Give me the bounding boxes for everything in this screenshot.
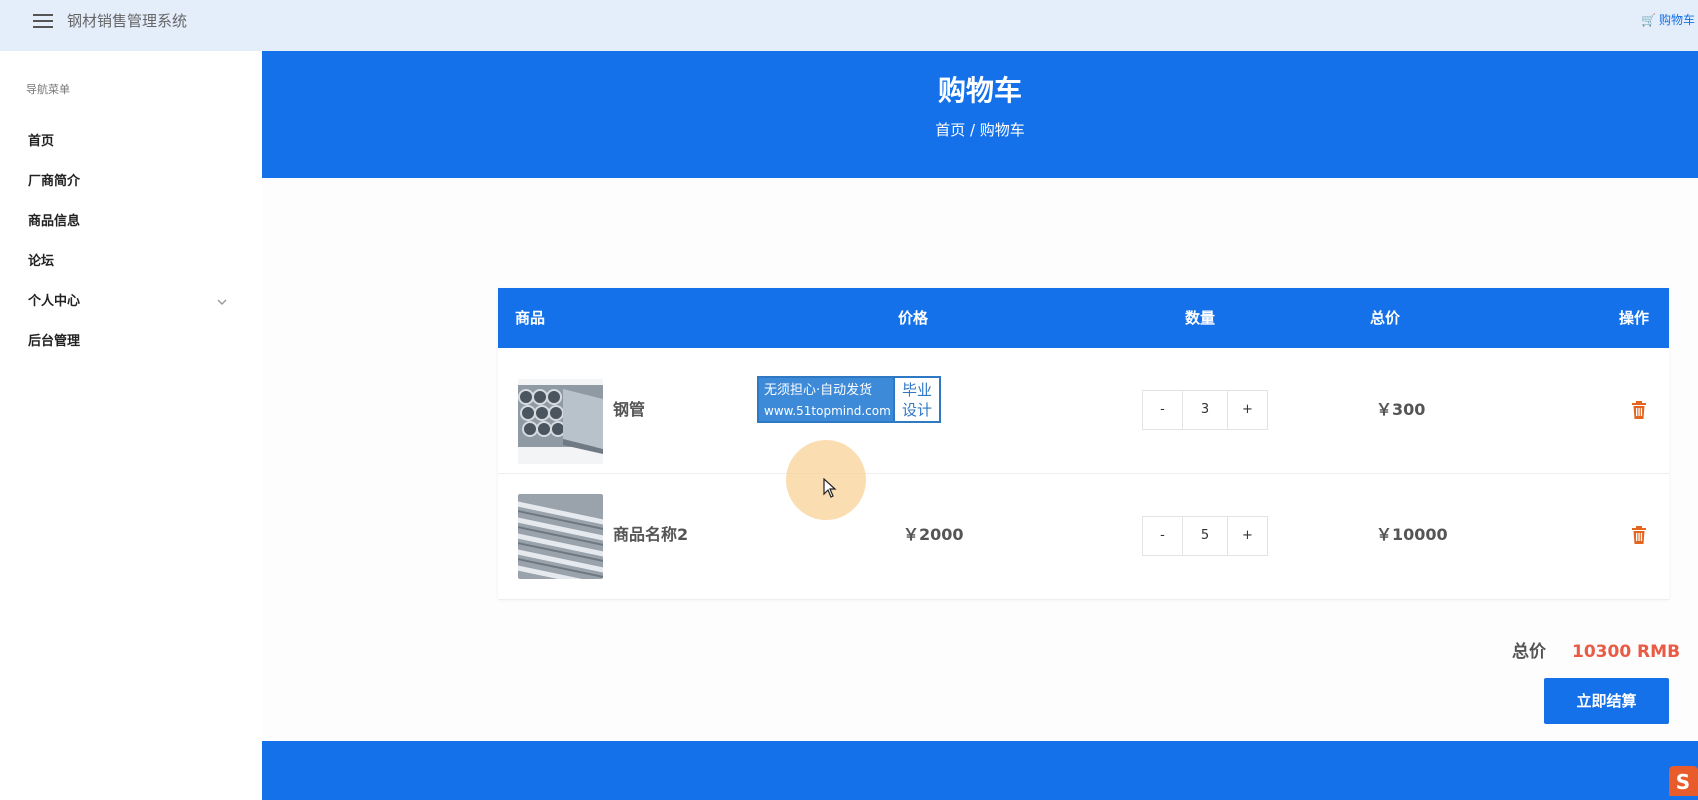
sidebar-item-products[interactable]: 商品信息 — [28, 207, 228, 237]
breadcrumb-separator: / — [965, 121, 980, 139]
app-title: 钢材销售管理系统 — [67, 12, 188, 30]
sidebar-item-home[interactable]: 首页 — [28, 127, 228, 157]
hamburger-icon[interactable] — [33, 14, 53, 30]
sidebar-item-personal-center[interactable]: 个人中心 — [28, 287, 228, 317]
table-row: 商品名称2 ￥2000 - + ￥10000 — [498, 474, 1669, 600]
trash-icon[interactable] — [1631, 401, 1647, 419]
column-header-price: 价格 — [898, 309, 929, 327]
product-name: 商品名称2 — [613, 525, 689, 544]
table-header: 商品 价格 数量 总价 操作 — [498, 288, 1669, 348]
watermark-line2: www.51topmind.com — [764, 404, 891, 418]
sidebar-item-label: 商品信息 — [28, 214, 81, 229]
sidebar-item-label: 首页 — [28, 134, 55, 149]
sidebar: 导航菜单 首页 厂商简介 商品信息 论坛 个人中心 后台管理 — [0, 51, 262, 800]
product-image — [518, 379, 603, 464]
quantity-input[interactable] — [1184, 517, 1226, 555]
quantity-decrease-button[interactable]: - — [1143, 391, 1183, 429]
column-header-product: 商品 — [515, 309, 546, 327]
breadcrumb-home[interactable]: 首页 — [935, 121, 965, 139]
cart-link[interactable]: 🛒 购物车 — [1641, 10, 1695, 30]
cart-link-label: 购物车 — [1658, 13, 1695, 27]
total-label: 总价 — [1512, 642, 1546, 662]
quantity-increase-button[interactable]: + — [1227, 517, 1267, 555]
watermark-badge-line1: 毕业 — [901, 381, 932, 399]
sidebar-item-vendor-intro[interactable]: 厂商简介 — [28, 167, 228, 197]
quantity-stepper: - + — [1142, 516, 1268, 556]
total-value: 10300 RMB — [1572, 642, 1681, 662]
trash-icon[interactable] — [1631, 526, 1647, 544]
sidebar-item-label: 个人中心 — [28, 294, 81, 309]
column-header-quantity: 数量 — [1185, 309, 1216, 327]
footer — [262, 741, 1698, 800]
svg-text:S: S — [1676, 770, 1690, 794]
sidebar-item-label: 论坛 — [28, 254, 55, 269]
chevron-down-icon — [216, 287, 228, 328]
sidebar-item-label: 后台管理 — [28, 334, 81, 349]
quantity-increase-button[interactable]: + — [1227, 391, 1267, 429]
column-header-actions: 操作 — [1619, 309, 1650, 327]
watermark-badge-line2: 设计 — [901, 401, 932, 419]
breadcrumb-current: 购物车 — [979, 121, 1025, 139]
cart-table: 商品 价格 数量 总价 操作 钢管 - + — [498, 288, 1669, 600]
row-subtotal: ￥10000 — [1376, 525, 1448, 544]
table-row: 钢管 - + ￥300 — [498, 348, 1669, 474]
row-subtotal: ￥300 — [1376, 400, 1426, 419]
sogou-ime-icon[interactable]: S — [1665, 763, 1698, 796]
quantity-decrease-button[interactable]: - — [1143, 517, 1183, 555]
page-title: 购物车 — [937, 74, 1022, 107]
mouse-cursor-icon — [823, 477, 837, 502]
cart-icon: 🛒 — [1641, 13, 1656, 27]
product-name: 钢管 — [613, 400, 646, 419]
page-hero: 购物车 首页 / 购物车 — [262, 51, 1698, 178]
watermark-overlay: 无须担心·自动发货 www.51topmind.com 毕业 设计 — [757, 376, 941, 423]
watermark-line1: 无须担心·自动发货 — [764, 383, 873, 398]
quantity-stepper: - + — [1142, 390, 1268, 430]
breadcrumb: 首页 / 购物车 — [262, 119, 1698, 141]
column-header-subtotal: 总价 — [1370, 309, 1401, 327]
sidebar-item-forum[interactable]: 论坛 — [28, 247, 228, 277]
watermark-badge: 毕业 设计 — [893, 378, 939, 421]
sidebar-item-admin[interactable]: 后台管理 — [28, 327, 228, 357]
quantity-input[interactable] — [1184, 391, 1226, 429]
sidebar-caption: 导航菜单 — [26, 83, 70, 96]
sidebar-item-label: 厂商简介 — [28, 174, 81, 189]
checkout-button[interactable]: 立即结算 — [1544, 678, 1669, 724]
top-header: 钢材销售管理系统 🛒 购物车 — [0, 0, 1698, 51]
product-price: ￥2000 — [903, 525, 964, 544]
product-image — [518, 494, 603, 579]
